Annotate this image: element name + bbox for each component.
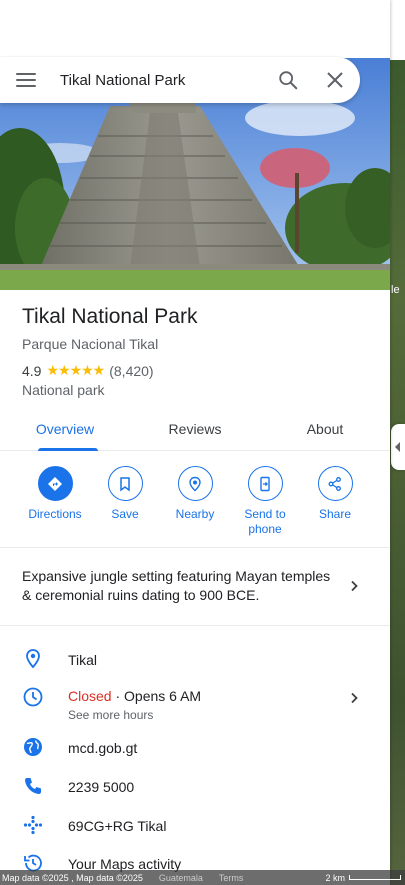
rating-value: 4.9 — [22, 362, 42, 379]
hours-next: Opens 6 AM — [124, 688, 202, 704]
website-link[interactable]: mcd.gob.gt — [68, 740, 137, 756]
place-tabs: Overview Reviews About — [0, 410, 390, 451]
clock-icon — [23, 687, 43, 707]
map-scale[interactable]: 2 km — [325, 873, 401, 883]
divider — [0, 547, 390, 548]
hours-status: Closed — [68, 688, 112, 704]
directions-label: Directions — [28, 507, 82, 521]
address-text: Tikal — [68, 652, 98, 668]
chevron-right-icon[interactable] — [348, 692, 360, 704]
save-button[interactable]: Save — [90, 466, 160, 522]
search-icon[interactable] — [277, 69, 299, 91]
scale-bar-icon — [349, 875, 401, 880]
place-category[interactable]: National park — [22, 382, 105, 398]
send-to-phone-button[interactable]: Send to phone — [230, 466, 300, 537]
save-label: Save — [111, 507, 139, 521]
hours-text: Closed · Opens 6 AM — [68, 688, 201, 704]
plus-code-icon — [23, 815, 43, 835]
plus-code-text: 69CG+RG Tikal — [68, 818, 167, 834]
nearby-icon — [189, 476, 201, 491]
send-to-phone-icon — [260, 476, 270, 491]
terms-link[interactable]: Terms — [219, 873, 244, 883]
location-pin-icon — [26, 649, 40, 669]
collapse-panel-button[interactable] — [391, 424, 405, 470]
divider — [0, 625, 390, 626]
send-to-phone-label: Send to phone — [244, 507, 286, 536]
rating-row[interactable]: 4.9 ★★★★★ (8,420) — [22, 362, 154, 379]
globe-icon — [24, 738, 42, 756]
map-country-label: Guatemala — [158, 872, 203, 883]
search-bar[interactable]: Tikal National Park — [0, 57, 360, 103]
share-label: Share — [318, 507, 352, 521]
chevron-right-icon[interactable] — [348, 580, 360, 592]
map-footer: Map data ©2025 , Map data ©2025 Guatemal… — [0, 870, 405, 885]
map-scale-label: 2 km — [325, 872, 345, 883]
tab-overview[interactable]: Overview — [0, 410, 130, 451]
tab-about[interactable]: About — [260, 410, 390, 450]
phone-number[interactable]: 2239 5000 — [68, 779, 134, 795]
hours-separator: · — [111, 688, 125, 704]
place-subtitle: Parque Nacional Tikal — [22, 336, 159, 352]
bookmark-icon — [120, 476, 130, 491]
map-label-fragment: le — [391, 284, 400, 296]
action-buttons: Directions Save Nearby Send to phone Sha… — [0, 466, 390, 546]
directions-icon — [48, 476, 62, 491]
place-description[interactable]: Expansive jungle setting featuring Mayan… — [22, 567, 337, 605]
close-icon[interactable] — [326, 71, 344, 89]
share-icon — [328, 476, 341, 491]
star-rating-icon: ★★★★★ — [46, 362, 105, 378]
panel-top-space — [0, 0, 390, 58]
tab-reviews[interactable]: Reviews — [130, 410, 260, 450]
place-title: Tikal National Park — [22, 305, 198, 328]
nearby-label: Nearby — [175, 507, 215, 521]
map-data-attribution: Map data ©2025 , Map data ©2025 — [2, 872, 143, 883]
phone-icon — [25, 778, 41, 794]
directions-button[interactable]: Directions — [20, 466, 90, 522]
menu-icon[interactable] — [16, 70, 36, 90]
nearby-button[interactable]: Nearby — [160, 466, 230, 522]
review-count[interactable]: (8,420) — [109, 363, 153, 379]
chevron-left-icon — [395, 442, 400, 452]
search-input[interactable]: Tikal National Park — [60, 72, 277, 89]
see-more-hours[interactable]: See more hours — [68, 708, 153, 722]
share-button[interactable]: Share — [300, 466, 370, 522]
place-panel: Tikal National Park Tikal National Park … — [0, 0, 390, 885]
